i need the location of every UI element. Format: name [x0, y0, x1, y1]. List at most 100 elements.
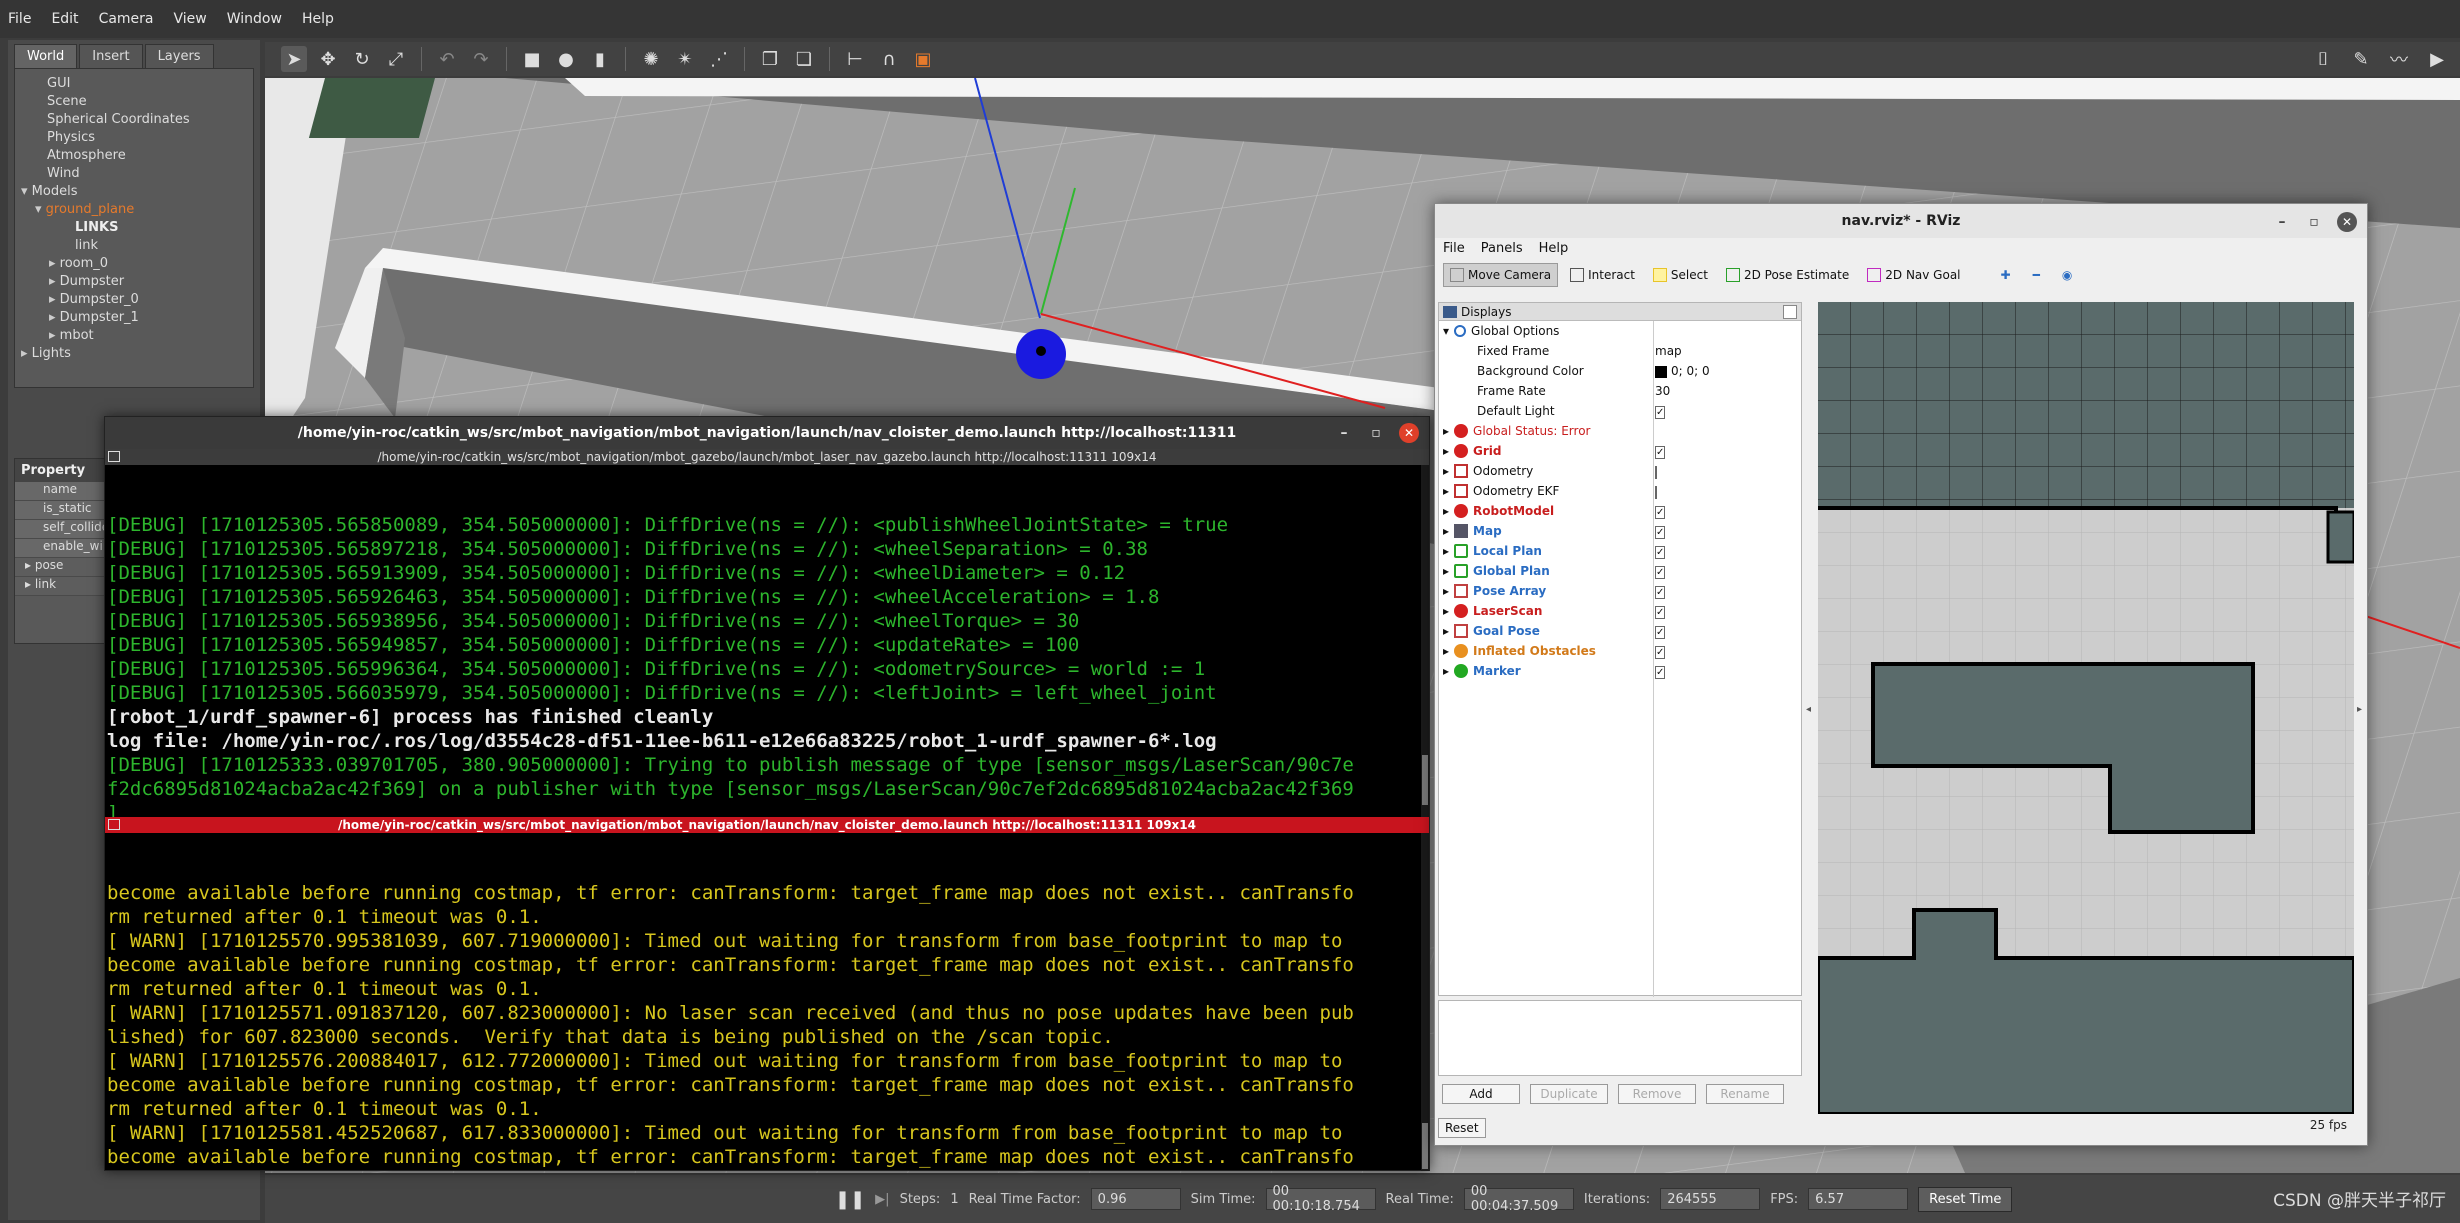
- point-light-icon[interactable]: ✺: [638, 46, 664, 72]
- expand-arrow-icon[interactable]: ▸: [1443, 564, 1449, 578]
- expand-arrow-icon[interactable]: ▸: [21, 346, 32, 361]
- rename-button[interactable]: Rename: [1706, 1084, 1784, 1104]
- option-value[interactable]: ✓: [1655, 404, 1666, 419]
- checkbox[interactable]: ✓: [1655, 526, 1666, 539]
- rviz-reset-button[interactable]: Reset: [1438, 1118, 1486, 1138]
- checkbox[interactable]: ✓: [1655, 646, 1666, 659]
- remove-view-icon[interactable]: ━: [2033, 268, 2040, 282]
- display-laserscan[interactable]: ▸ LaserScan ✓: [1439, 601, 1801, 621]
- sphere-shape-icon[interactable]: ●: [553, 46, 579, 72]
- menu-view[interactable]: View: [174, 11, 207, 27]
- option-row[interactable]: Frame Rate 30: [1439, 381, 1801, 401]
- add-button[interactable]: Add: [1442, 1084, 1520, 1104]
- rviz-menu-panels[interactable]: Panels: [1481, 241, 1523, 256]
- tree-item[interactable]: GUI: [15, 75, 253, 93]
- snap-icon[interactable]: ∩: [876, 46, 902, 72]
- spot-light-icon[interactable]: ✴: [672, 46, 698, 72]
- tool-move-camera[interactable]: Move Camera: [1443, 263, 1559, 287]
- camera-type-icon[interactable]: ◉: [2062, 268, 2072, 282]
- display-robotmodel[interactable]: ▸ RobotModel ✓: [1439, 501, 1801, 521]
- checkbox[interactable]: ✓: [1655, 446, 1666, 459]
- expand-arrow-icon[interactable]: ▸: [1443, 544, 1449, 558]
- menu-camera[interactable]: Camera: [99, 11, 154, 27]
- rviz-window[interactable]: nav.rviz* - RViz – ▫ ✕ File Panels Help Mo…: [1434, 203, 2368, 1146]
- box-shape-icon[interactable]: ■: [519, 46, 545, 72]
- checkbox[interactable]: ✓: [1655, 586, 1666, 599]
- collapse-left-icon[interactable]: ◂: [1806, 704, 1811, 715]
- expand-arrow-icon[interactable]: ▸: [1443, 464, 1449, 478]
- menu-help[interactable]: Help: [302, 11, 334, 27]
- option-value[interactable]: 0; 0; 0: [1655, 364, 1710, 378]
- display-marker[interactable]: ▸ Marker ✓: [1439, 661, 1801, 681]
- menu-file[interactable]: File: [8, 11, 31, 27]
- tool-2d-pose-estimate[interactable]: 2D Pose Estimate: [1720, 264, 1855, 286]
- maximize-icon[interactable]: ▫: [1367, 425, 1385, 441]
- color-swatch[interactable]: [1655, 365, 1667, 378]
- display-odometry-ekf[interactable]: ▸ Odometry EKF: [1439, 481, 1801, 501]
- option-row[interactable]: Background Color 0; 0; 0: [1439, 361, 1801, 381]
- scrollbar[interactable]: [1421, 465, 1429, 817]
- checkbox[interactable]: [1655, 466, 1657, 479]
- tree-item[interactable]: Scene: [15, 93, 253, 111]
- dumpster-model[interactable]: [308, 78, 435, 138]
- collapse-right-icon[interactable]: ▸: [2357, 704, 2362, 715]
- close-icon[interactable]: ✕: [2337, 212, 2357, 232]
- tree-item[interactable]: Physics: [15, 129, 253, 147]
- option-value[interactable]: 30: [1655, 384, 1670, 398]
- tree-item[interactable]: ▾ ground_plane: [15, 201, 253, 219]
- tree-item[interactable]: ▸ Dumpster_0: [15, 291, 253, 309]
- display-global-options[interactable]: ▾ Global Options: [1439, 321, 1801, 341]
- rviz-menu-file[interactable]: File: [1443, 241, 1465, 256]
- copy-icon[interactable]: ❐: [757, 46, 783, 72]
- terminal-window[interactable]: /home/yin-roc/catkin_ws/src/mbot_navigat…: [104, 416, 1430, 1171]
- option-value[interactable]: map: [1655, 344, 1682, 358]
- display-inflated-obstacles[interactable]: ▸ Inflated Obstacles ✓: [1439, 641, 1801, 661]
- display-map[interactable]: ▸ Map ✓: [1439, 521, 1801, 541]
- log-icon[interactable]: ✎: [2348, 46, 2374, 72]
- rviz-3d-view[interactable]: [1818, 302, 2354, 1114]
- checkbox[interactable]: ✓: [1655, 506, 1666, 519]
- screenshot-icon[interactable]: ⌷: [2310, 46, 2336, 72]
- rviz-menu-help[interactable]: Help: [1539, 241, 1569, 256]
- scrollbar[interactable]: [1421, 833, 1429, 1171]
- video-record-icon[interactable]: ▶: [2424, 46, 2450, 72]
- expand-arrow-icon[interactable]: ▸: [49, 256, 60, 271]
- expand-arrow-icon[interactable]: ▸: [1443, 424, 1449, 438]
- display-local-plan[interactable]: ▸ Local Plan ✓: [1439, 541, 1801, 561]
- expand-arrow-icon[interactable]: ▸: [49, 328, 60, 343]
- expand-arrow-icon[interactable]: ▸: [1443, 504, 1449, 518]
- tree-item[interactable]: Atmosphere: [15, 147, 253, 165]
- checkbox[interactable]: [1655, 486, 1657, 499]
- tree-item[interactable]: ▸ Dumpster: [15, 273, 253, 291]
- expand-arrow-icon[interactable]: ▸: [1443, 524, 1449, 538]
- tree-item[interactable]: ▾ Models: [15, 183, 253, 201]
- display-pose-array[interactable]: ▸ Pose Array ✓: [1439, 581, 1801, 601]
- display-goal-pose[interactable]: ▸ Goal Pose ✓: [1439, 621, 1801, 641]
- expand-arrow-icon[interactable]: ▸: [1443, 664, 1449, 678]
- tab-insert[interactable]: Insert: [79, 44, 143, 68]
- checkbox[interactable]: ✓: [1655, 666, 1666, 679]
- expand-arrow-icon[interactable]: ▾: [21, 184, 32, 199]
- close-icon[interactable]: ✕: [1399, 423, 1419, 443]
- checkbox[interactable]: ✓: [1655, 566, 1666, 579]
- cylinder-shape-icon[interactable]: ▮: [587, 46, 613, 72]
- display-grid[interactable]: ▸ Grid ✓: [1439, 441, 1801, 461]
- expand-arrow-icon[interactable]: ▸: [1443, 444, 1449, 458]
- plot-icon[interactable]: 〰: [2386, 46, 2412, 72]
- expand-arrow-icon[interactable]: ▸: [1443, 604, 1449, 618]
- expand-arrow-icon[interactable]: ▸: [1443, 484, 1449, 498]
- minimize-icon[interactable]: –: [1335, 425, 1353, 441]
- expand-arrow-icon[interactable]: ▸: [1443, 644, 1449, 658]
- translate-mode-icon[interactable]: ✥: [315, 46, 341, 72]
- expand-arrow-icon[interactable]: ▾: [1443, 324, 1449, 338]
- align-icon[interactable]: ⊢: [842, 46, 868, 72]
- menu-window[interactable]: Window: [227, 11, 282, 27]
- pause-icon[interactable]: ❚❚: [835, 1189, 865, 1210]
- rotate-mode-icon[interactable]: ↻: [349, 46, 375, 72]
- option-row[interactable]: Default Light ✓: [1439, 401, 1801, 421]
- directional-light-icon[interactable]: ⋰: [706, 46, 732, 72]
- paste-icon[interactable]: ❏: [791, 46, 817, 72]
- tree-item[interactable]: link: [15, 237, 253, 255]
- tab-layers[interactable]: Layers: [144, 44, 214, 68]
- tool-2d-nav-goal[interactable]: 2D Nav Goal: [1861, 264, 1966, 286]
